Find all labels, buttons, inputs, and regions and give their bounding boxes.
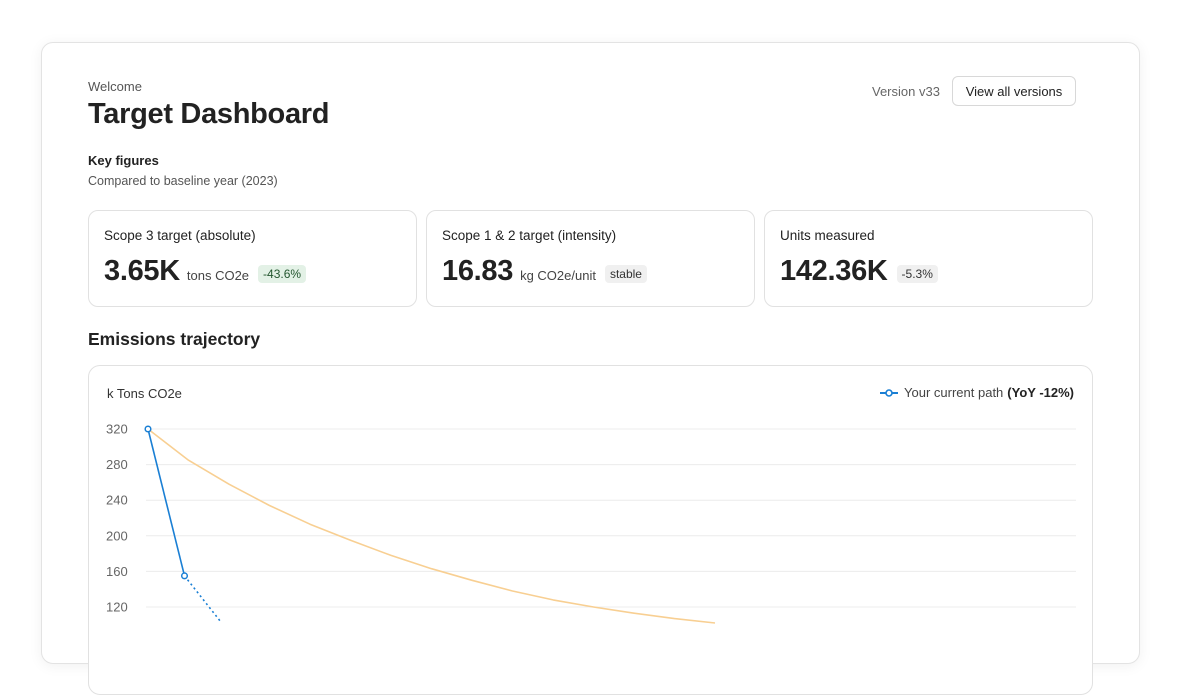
key-figures-subtitle: Compared to baseline year (2023) [88, 174, 278, 188]
card-scope12-target: Scope 1 & 2 target (intensity) 16.83 kg … [426, 210, 755, 307]
card-unit: kg CO2e/unit [520, 268, 596, 283]
card-scope3-target: Scope 3 target (absolute) 3.65K tons CO2… [88, 210, 417, 307]
section-title-emissions-trajectory: Emissions trajectory [88, 329, 261, 349]
current-path-projection-line [183, 575, 222, 623]
card-label: Units measured [780, 228, 875, 243]
chart-legend: Your current path (YoY -12%) [879, 385, 1074, 400]
chart-y-axis-label: k Tons CO2e [107, 386, 182, 401]
y-tick-label: 320 [106, 422, 128, 437]
legend-label: Your current path [904, 385, 1004, 400]
y-tick-label: 280 [106, 457, 128, 472]
change-badge: -43.6% [258, 265, 307, 283]
card-label: Scope 3 target (absolute) [104, 228, 256, 243]
y-tick-label: 240 [106, 493, 128, 508]
y-tick-label: 160 [106, 564, 128, 579]
view-all-versions-button[interactable]: View all versions [952, 76, 1076, 106]
card-value: 142.36K [780, 255, 888, 287]
y-tick-label: 120 [106, 600, 128, 615]
version-label: Version v33 [872, 84, 940, 99]
card-value: 3.65K [104, 255, 180, 287]
emissions-chart: 320 280 240 200 160 120 [106, 422, 1076, 624]
card-value: 16.83 [442, 255, 514, 287]
key-figures-title: Key figures [88, 153, 159, 168]
change-badge: -5.3% [896, 265, 938, 283]
page-title: Target Dashboard [88, 98, 330, 130]
card-unit: tons CO2e [186, 268, 250, 283]
legend-line-marker-icon [880, 388, 899, 397]
dashboard-panel: Welcome Target Dashboard Version v33 Vie… [41, 42, 1140, 695]
legend-yoy-label: (YoY -12%) [1007, 385, 1074, 400]
y-tick-label: 200 [106, 528, 128, 543]
current-path-line [147, 428, 186, 577]
current-path-point [144, 425, 152, 433]
card-label: Scope 1 & 2 target (intensity) [442, 228, 617, 243]
change-badge: stable [604, 265, 647, 283]
target-curve-line [147, 428, 716, 624]
card-units-measured: Units measured 142.36K -5.3% [764, 210, 1093, 307]
emissions-chart-card: 320 280 240 200 160 120 k Tons CO2e Your curr… [88, 365, 1093, 695]
welcome-text: Welcome [88, 79, 142, 94]
current-path-point [180, 572, 189, 580]
